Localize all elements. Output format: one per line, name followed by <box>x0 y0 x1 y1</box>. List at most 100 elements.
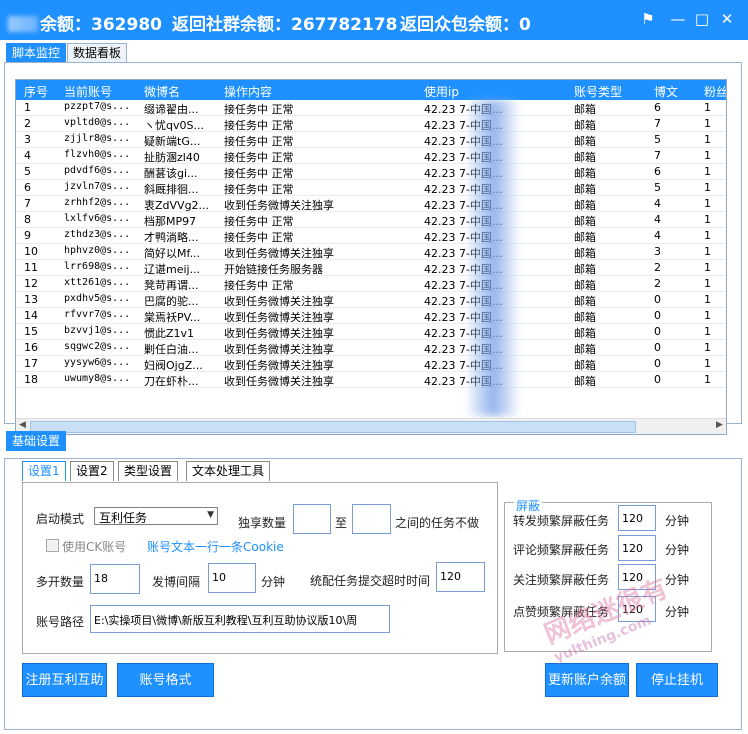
cell-type: 邮箱 <box>574 279 596 292</box>
cell-type: 邮箱 <box>574 295 596 308</box>
tab-type-settings[interactable]: 类型设置 <box>118 461 179 481</box>
col-posts[interactable]: 博文 <box>654 83 678 100</box>
cell-name: 衷ZdVVg2... <box>144 199 210 212</box>
cell-name: 妇阀OjgZ... <box>144 359 203 372</box>
cell-account: uwumy8@s... <box>64 373 131 384</box>
like-shield-input[interactable]: 120 <box>618 596 656 622</box>
community-balance-label: 返回社群余额： <box>172 15 291 35</box>
community-balance-display: 返回社群余额：267782178 <box>172 10 397 35</box>
cell-action: 接任务中 正常 <box>224 279 294 292</box>
cell-fans: 1 <box>704 149 711 162</box>
table-row[interactable]: 6 jzvln7@s... 斜厩排徊... 接任务中 正常 42.23 7-中国... 邮… <box>16 180 726 196</box>
scroll-left-icon[interactable]: ◀ <box>19 420 26 430</box>
table-row[interactable]: 10 hphvz0@s... 简好以Mf... 收到任务微博关注独享 42.23 7-中… <box>16 244 726 260</box>
update-balance-button[interactable]: 更新账户余额 <box>545 663 629 697</box>
account-format-button[interactable]: 账号格式 <box>117 663 214 697</box>
cell-account: rfvvr7@s... <box>64 309 131 320</box>
close-icon[interactable]: ✕ <box>719 11 735 27</box>
tab-text-tools[interactable]: 文本处理工具 <box>186 461 271 481</box>
accounts-table[interactable]: 序号 当前账号 微博名 操作内容 使用ip 账号类型 博文 粉丝 1 pzzpt7… <box>15 79 727 435</box>
multi-open-input[interactable]: 18 <box>90 564 140 594</box>
register-button[interactable]: 注册互利互助 <box>22 663 107 697</box>
cell-type: 邮箱 <box>574 327 596 340</box>
tab-settings-1[interactable]: 设置1 <box>22 461 66 481</box>
forward-shield-input[interactable]: 120 <box>618 505 656 531</box>
table-row[interactable]: 8 lxlfv6@s... 档那MP97 接任务中 正常 42.23 7-中国... 邮箱… <box>16 212 726 228</box>
tab-data-board[interactable]: 数据看板 <box>67 43 128 63</box>
cell-account: pzzpt7@s... <box>64 101 131 112</box>
exclusive-count-label: 独享数量 <box>238 516 287 530</box>
exclusive-from-input[interactable] <box>293 504 331 534</box>
cell-action: 接任务中 正常 <box>224 215 294 228</box>
table-row[interactable]: 1 pzzpt7@s... 缀谛翟由... 接任务中 正常 42.23 7-中国... 邮… <box>16 100 726 116</box>
cell-account: sqgwc2@s... <box>64 341 131 352</box>
stop-button[interactable]: 停止挂机 <box>636 663 718 697</box>
col-action[interactable]: 操作内容 <box>224 83 272 100</box>
col-no[interactable]: 序号 <box>24 83 48 100</box>
table-row[interactable]: 4 flzvh0@s... 扯肪溷zl40 接任务中 正常 42.23 7-中国... 邮… <box>16 148 726 164</box>
exclusive-to-input[interactable] <box>352 504 391 534</box>
comment-shield-input[interactable]: 120 <box>618 535 656 561</box>
cell-no: 13 <box>24 293 38 306</box>
timeout-label: 统配任务提交超时时间 <box>310 574 431 588</box>
cell-type: 邮箱 <box>574 263 596 276</box>
ck-account-label[interactable]: 使用CK账号 <box>62 538 126 555</box>
cell-action: 接任务中 正常 <box>224 231 294 244</box>
maximize-icon[interactable]: □ <box>694 11 710 27</box>
cell-no: 12 <box>24 277 38 290</box>
follow-shield-input[interactable]: 120 <box>618 564 656 590</box>
cell-action: 收到任务微博关注独享 <box>224 375 334 388</box>
col-ip[interactable]: 使用ip <box>424 83 459 100</box>
cell-fans: 1 <box>704 325 711 338</box>
table-row[interactable]: 2 vpltd0@s... ヽ忧qv0S... 接任务中 正常 42.23 7-中国..… <box>16 116 726 132</box>
col-account-type[interactable]: 账号类型 <box>574 83 622 100</box>
scroll-right-icon[interactable]: ▶ <box>716 420 723 430</box>
tab-basic-settings[interactable]: 基础设置 <box>6 431 67 451</box>
cell-name: 辽谌meij... <box>144 263 201 276</box>
balance-value: 362980 <box>91 15 162 35</box>
redacted-blur <box>8 16 38 32</box>
tab-settings-2[interactable]: 设置2 <box>70 461 114 481</box>
balance-display: 余额：362980 <box>8 10 162 35</box>
table-row[interactable]: 5 pdvdf6@s... 酬葚该gi... 接任务中 正常 42.23 7-中国...… <box>16 164 726 180</box>
table-row[interactable]: 9 zthdz3@s... 才鸭淌略... 接任务中 正常 42.23 7-中国... 邮… <box>16 228 726 244</box>
table-row[interactable]: 16 sqgwc2@s... 剿任白油... 收到任务微博关注独享 42.23 7-中国… <box>16 340 726 356</box>
skin-icon[interactable]: ⚑ <box>640 11 656 27</box>
cell-name: 疑新端tG... <box>144 135 201 148</box>
table-row[interactable]: 12 xtt261@s... 凳苛再谓... 接任务中 正常 42.23 7-中国...… <box>16 276 726 292</box>
cell-account: zthdz3@s... <box>64 229 131 240</box>
table-row[interactable]: 18 uwumy8@s... 刀在虾朴... 收到任务微博关注独享 42.23 7-中国… <box>16 372 726 388</box>
col-weibo-name[interactable]: 微博名 <box>144 83 180 100</box>
timeout-input[interactable]: 120 <box>436 562 485 592</box>
table-row[interactable]: 13 pxdhv5@s... 巴腐的驼... 收到任务微博关注独享 42.23 7-中国… <box>16 292 726 308</box>
cell-type: 邮箱 <box>574 311 596 324</box>
post-interval-input[interactable]: 10 <box>208 563 256 593</box>
cell-posts: 7 <box>654 149 661 162</box>
table-row[interactable]: 17 yysyw6@s... 妇阀OjgZ... 收到任务微博关注独享 42.23 7-… <box>16 356 726 372</box>
cell-account: xtt261@s... <box>64 277 131 288</box>
col-fans[interactable]: 粉丝 <box>704 83 726 100</box>
ck-account-checkbox[interactable] <box>46 539 59 552</box>
minimize-icon[interactable]: — <box>670 11 686 27</box>
tab-script-monitor[interactable]: 脚本监控 <box>6 43 67 63</box>
cell-action: 收到任务微博关注独享 <box>224 295 334 308</box>
start-mode-value: 互利任务 <box>99 511 148 525</box>
monitor-panel: 序号 当前账号 微博名 操作内容 使用ip 账号类型 博文 粉丝 1 pzzpt7… <box>4 62 742 435</box>
start-mode-select[interactable]: 互利任务 ▼ <box>94 507 218 525</box>
cell-account: bzvvj1@s... <box>64 325 131 336</box>
table-row[interactable]: 7 zrhhf2@s... 衷ZdVVg2... 收到任务微博关注独享 42.23 7-… <box>16 196 726 212</box>
cell-account: yysyw6@s... <box>64 357 131 368</box>
account-path-input[interactable]: E:\实操项目\微博\新版互利教程\互利互助协议版10\周 <box>90 605 390 633</box>
cell-no: 18 <box>24 373 38 386</box>
cell-name: 凳苛再谓... <box>144 279 199 292</box>
col-account[interactable]: 当前账号 <box>64 83 112 100</box>
horizontal-scrollbar[interactable]: ◀ ▶ <box>16 418 726 434</box>
cell-posts: 0 <box>654 293 661 306</box>
cell-fans: 1 <box>704 117 711 130</box>
table-row[interactable]: 15 bzvvj1@s... 惯此Z1v1 收到任务微博关注独享 42.23 7-中国.… <box>16 324 726 340</box>
table-row[interactable]: 11 lrr698@s... 辽谌meij... 开始链接任务服务器 42.23 7-中… <box>16 260 726 276</box>
scrollbar-thumb[interactable] <box>30 421 636 433</box>
comment-shield-label: 评论频繁屏蔽任务 <box>513 543 610 557</box>
table-row[interactable]: 3 zjjlr8@s... 疑新端tG... 接任务中 正常 42.23 7-中国...… <box>16 132 726 148</box>
table-row[interactable]: 14 rfvvr7@s... 棠焉袄PV... 收到任务微博关注独享 42.23 7-中… <box>16 308 726 324</box>
